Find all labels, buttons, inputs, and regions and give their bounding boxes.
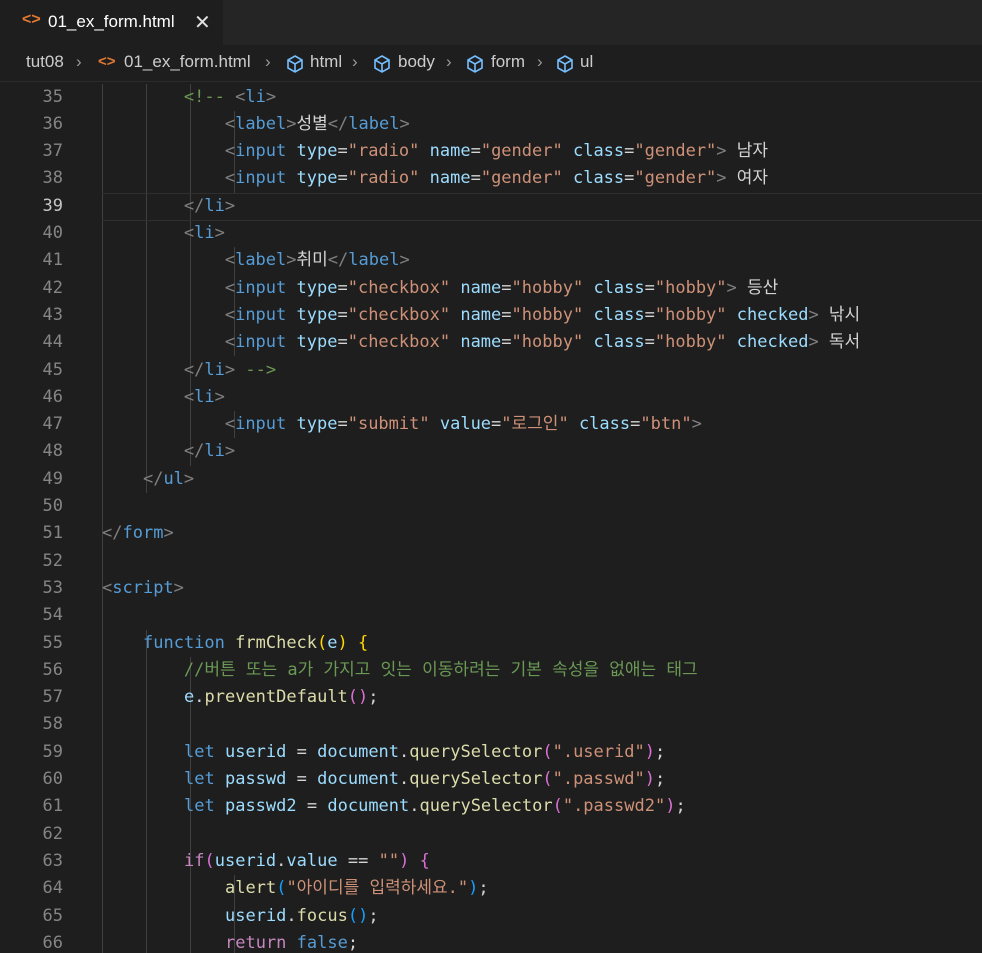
code-line: return false; xyxy=(225,932,359,953)
chevron-right-icon: › xyxy=(537,52,543,71)
line-number: 49 xyxy=(42,468,63,489)
code-line: </li> xyxy=(183,441,236,462)
line-number: 40 xyxy=(42,223,63,243)
cube-icon xyxy=(467,55,483,73)
line-number: 60 xyxy=(42,769,63,789)
line-number: 53 xyxy=(42,577,63,598)
code-line: <li> xyxy=(183,386,225,407)
line-number: 36 xyxy=(42,113,63,134)
line-number: 62 xyxy=(42,823,63,844)
tab-01-ex-form-html[interactable]: <> 01_ex_form.html ✕ xyxy=(0,0,223,45)
code-line: <li> xyxy=(183,223,225,243)
html-file-icon: <> xyxy=(22,11,41,28)
line-number: 37 xyxy=(42,141,63,162)
code-line: <input type="radio" name="gender" class=… xyxy=(224,141,769,162)
line-number: 44 xyxy=(42,332,63,353)
chevron-right-icon: › xyxy=(265,52,271,71)
line-number: 55 xyxy=(42,632,63,653)
cube-icon xyxy=(374,55,390,73)
code-line: <script> xyxy=(102,577,184,598)
line-number: 50 xyxy=(42,496,63,516)
line-number: 61 xyxy=(42,796,63,817)
line-number: 65 xyxy=(42,905,63,926)
code-line: </li> --> xyxy=(183,359,277,380)
line-number: 51 xyxy=(42,523,63,544)
line-number: 45 xyxy=(42,359,63,380)
code-line: <input type="radio" name="gender" class=… xyxy=(224,168,769,189)
breadcrumb-item-ul[interactable]: ul xyxy=(580,52,593,72)
code-line: let passwd = document.querySelector(".pa… xyxy=(184,769,666,789)
line-number: 63 xyxy=(42,850,63,871)
cube-icon xyxy=(557,55,573,73)
line-number: 41 xyxy=(42,250,63,271)
code-line: <input type="checkbox" name="hobby" clas… xyxy=(224,277,779,298)
cube-icon xyxy=(287,55,303,73)
code-line: <input type="checkbox" name="hobby" clas… xyxy=(224,332,861,353)
code-line: //버튼 또는 a가 가지고 잇는 이동하려는 기본 속성을 없애는 태그 xyxy=(102,659,698,680)
chevron-right-icon: › xyxy=(352,52,358,71)
code-line: alert("아이디를 입력하세요."); xyxy=(225,878,489,899)
line-number: 56 xyxy=(42,659,63,680)
line-number: 48 xyxy=(42,441,63,462)
line-number: 66 xyxy=(42,932,63,953)
line-number: 47 xyxy=(42,414,63,435)
code-line: e.preventDefault(); xyxy=(184,687,379,708)
line-number: 52 xyxy=(42,550,63,571)
breadcrumb: tut08 › <> 01_ex_form.html › html › body… xyxy=(0,45,982,82)
chevron-right-icon: › xyxy=(76,52,82,71)
code-line: <!-- <li> xyxy=(183,86,277,107)
tab-title: 01_ex_form.html xyxy=(48,12,175,31)
line-number: 39 xyxy=(42,195,63,216)
code-line: let userid = document.querySelector(".us… xyxy=(184,741,666,762)
line-number: 35 xyxy=(42,86,63,107)
line-number: 43 xyxy=(42,304,63,325)
breadcrumb-item-file[interactable]: 01_ex_form.html xyxy=(124,52,251,72)
code-line: </form> xyxy=(102,523,174,544)
code-line: userid.focus(); xyxy=(225,905,379,926)
html-file-icon: <> xyxy=(98,53,116,70)
breadcrumb-item-folder[interactable]: tut08 xyxy=(26,52,64,72)
line-number: 46 xyxy=(42,386,63,407)
code-line: function frmCheck(e) { xyxy=(143,632,369,653)
chevron-right-icon: › xyxy=(446,52,452,71)
code-line: if(userid.value == "") { xyxy=(184,850,430,871)
line-number: 58 xyxy=(42,714,63,735)
line-number: 64 xyxy=(42,878,63,899)
code-editor[interactable]: 35 36 37 38 39 40 41 42 43 44 45 46 47 48 49 50 51 52 53 54… xyxy=(0,81,982,953)
breadcrumb-item-body[interactable]: body xyxy=(398,52,435,72)
line-number: 54 xyxy=(42,605,63,626)
code-line: <label>취미</label> xyxy=(224,250,410,271)
code-line: </li> xyxy=(183,195,236,216)
close-icon[interactable]: ✕ xyxy=(194,10,211,35)
line-number: 59 xyxy=(42,741,63,762)
tab-bar: <> 01_ex_form.html ✕ xyxy=(0,0,982,45)
breadcrumb-item-form[interactable]: form xyxy=(491,52,525,72)
code-line: <input type="submit" value="로그인" class="… xyxy=(224,414,702,435)
line-number: 57 xyxy=(42,687,63,708)
line-number: 42 xyxy=(42,277,63,298)
code-line: <input type="checkbox" name="hobby" clas… xyxy=(224,304,861,325)
line-number: 38 xyxy=(42,168,63,189)
code-line: </ul> xyxy=(142,468,195,489)
breadcrumb-item-html[interactable]: html xyxy=(310,52,342,72)
code-line: <label>성별</label> xyxy=(224,113,410,134)
code-line: let passwd2 = document.querySelector(".p… xyxy=(184,796,686,817)
